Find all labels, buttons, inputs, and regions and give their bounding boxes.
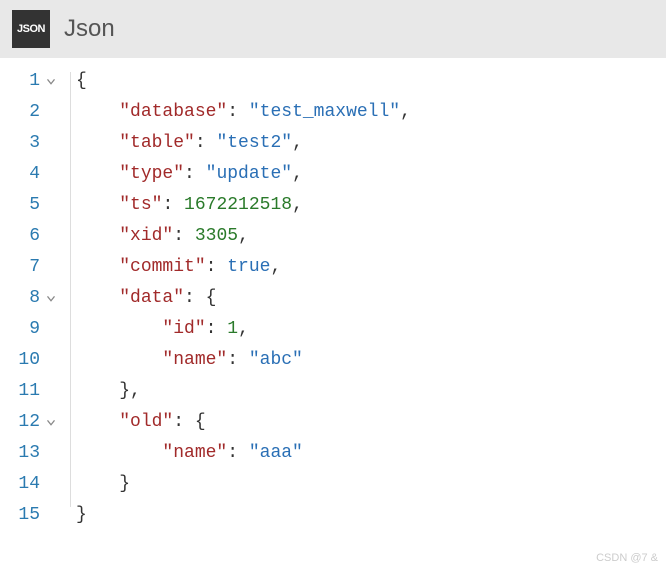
code-line[interactable]: "ts": 1672212518, xyxy=(76,190,411,221)
line-number: 9 xyxy=(10,314,40,345)
page-title: Json xyxy=(64,15,115,43)
code-line[interactable]: "data": { xyxy=(76,283,411,314)
code-editor[interactable]: 123456789101112131415 { "database": "tes… xyxy=(0,58,666,531)
line-number: 1 xyxy=(10,66,40,97)
header-bar: JSON Json xyxy=(0,0,666,58)
code-line[interactable]: "table": "test2", xyxy=(76,128,411,159)
line-number: 4 xyxy=(10,159,40,190)
line-number: 7 xyxy=(10,252,40,283)
code-line[interactable]: "old": { xyxy=(76,407,411,438)
line-number: 2 xyxy=(10,97,40,128)
line-number: 13 xyxy=(10,438,40,469)
line-number: 12 xyxy=(10,407,40,438)
code-line[interactable]: "database": "test_maxwell", xyxy=(76,97,411,128)
code-line[interactable]: "name": "aaa" xyxy=(76,438,411,469)
line-number: 15 xyxy=(10,500,40,531)
code-line[interactable]: "commit": true, xyxy=(76,252,411,283)
code-left-border xyxy=(70,72,71,507)
code-line[interactable]: "xid": 3305, xyxy=(76,221,411,252)
line-number: 11 xyxy=(10,376,40,407)
line-number-gutter: 123456789101112131415 xyxy=(0,66,48,531)
line-number: 5 xyxy=(10,190,40,221)
line-number: 10 xyxy=(10,345,40,376)
code-area[interactable]: { "database": "test_maxwell", "table": "… xyxy=(48,66,411,531)
line-number: 6 xyxy=(10,221,40,252)
code-line[interactable]: }, xyxy=(76,376,411,407)
code-line[interactable]: } xyxy=(76,500,411,531)
code-line[interactable]: "id": 1, xyxy=(76,314,411,345)
code-line[interactable]: } xyxy=(76,469,411,500)
line-number: 14 xyxy=(10,469,40,500)
code-line[interactable]: "type": "update", xyxy=(76,159,411,190)
code-line[interactable]: { xyxy=(76,66,411,97)
line-number: 8 xyxy=(10,283,40,314)
line-number: 3 xyxy=(10,128,40,159)
code-line[interactable]: "name": "abc" xyxy=(76,345,411,376)
watermark-text: CSDN @7 & xyxy=(596,552,658,564)
json-badge-icon: JSON xyxy=(12,10,50,48)
